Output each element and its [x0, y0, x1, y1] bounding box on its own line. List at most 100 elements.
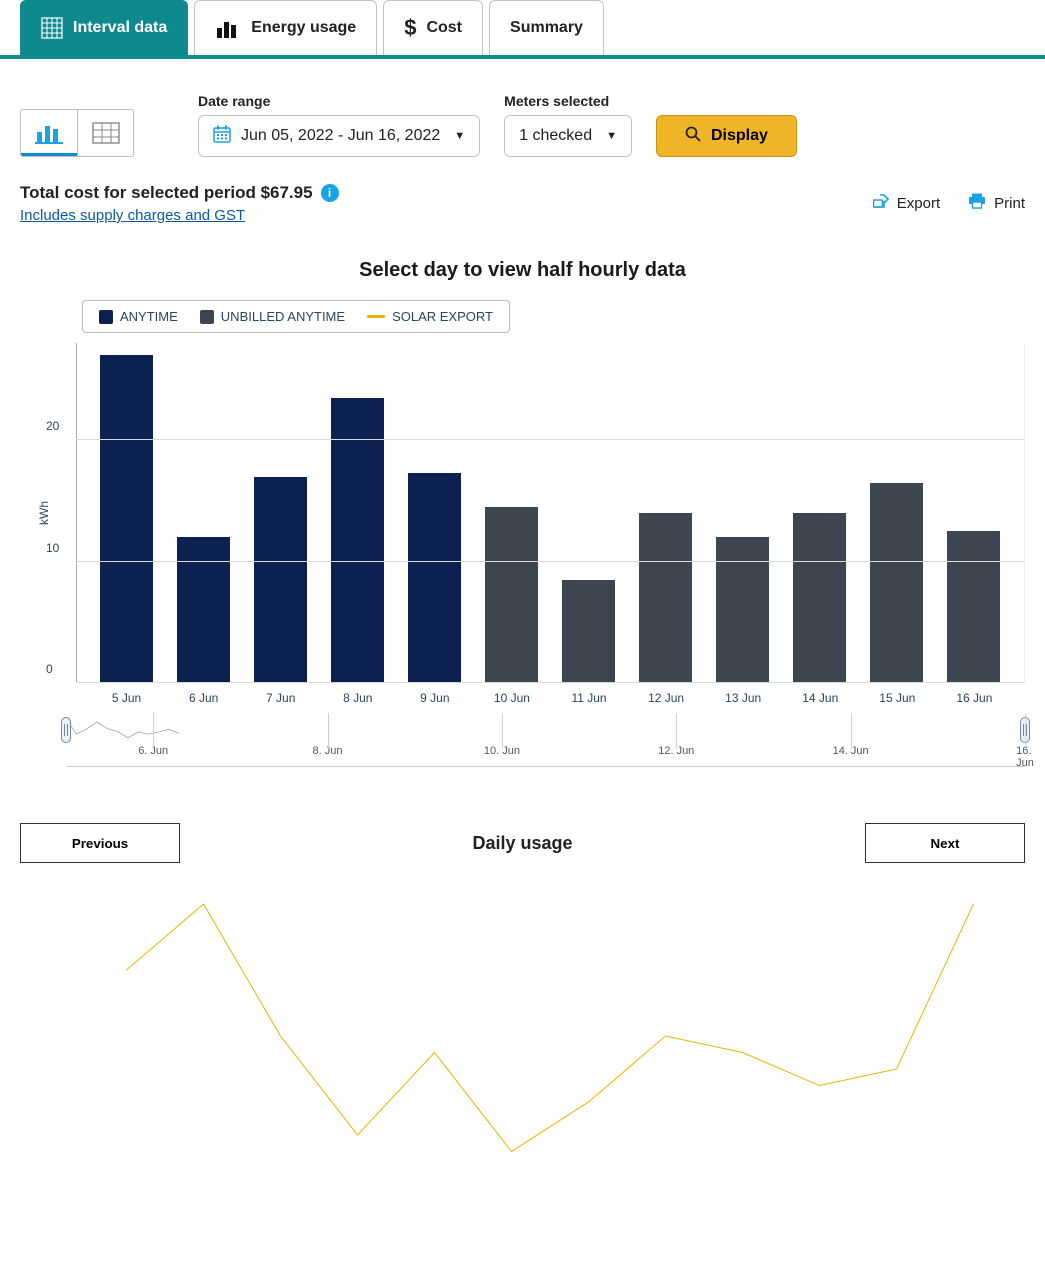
chart-title: Select day to view half hourly data	[0, 259, 1045, 282]
tab-interval-data[interactable]: Interval data	[20, 0, 188, 55]
legend-label: ANYTIME	[120, 309, 178, 324]
export-label: Export	[897, 195, 940, 212]
x-tick: 11 Jun	[550, 691, 627, 705]
bar[interactable]	[562, 580, 614, 683]
bar[interactable]	[485, 507, 537, 683]
bar-slot	[396, 343, 473, 683]
navigator-tick: 10. Jun	[484, 745, 520, 757]
bar[interactable]	[870, 483, 922, 683]
date-range-picker[interactable]: Jun 05, 2022 - Jun 16, 2022 ▼	[198, 115, 480, 157]
bar-slot	[242, 343, 319, 683]
navigator-tick: 16. Jun	[1016, 745, 1034, 769]
export-icon	[873, 194, 889, 212]
total-cost-label: Total cost for selected period $67.95	[20, 183, 313, 203]
bar-slot	[473, 343, 550, 683]
print-button[interactable]: Print	[968, 193, 1025, 213]
pager-row: Previous Daily usage Next	[0, 767, 1045, 863]
legend-swatch	[367, 315, 385, 318]
export-button[interactable]: Export	[873, 194, 940, 212]
bar-slot	[627, 343, 704, 683]
bars-container	[88, 343, 1012, 683]
dollar-icon: $	[404, 15, 416, 41]
gridline	[76, 439, 1024, 440]
legend-label: UNBILLED ANYTIME	[221, 309, 345, 324]
meters-value: 1 checked	[519, 127, 592, 145]
x-tick: 13 Jun	[705, 691, 782, 705]
bar-slot	[550, 343, 627, 683]
navigator-tick: 6. Jun	[138, 745, 168, 757]
tab-summary[interactable]: Summary	[489, 0, 604, 55]
bar[interactable]	[254, 477, 306, 683]
bar-slot	[935, 343, 1012, 683]
gridline	[76, 682, 1024, 683]
x-tick: 12 Jun	[628, 691, 705, 705]
bar-slot	[319, 343, 396, 683]
date-range-label: Date range	[198, 93, 480, 109]
bar[interactable]	[947, 531, 999, 683]
x-tick: 7 Jun	[242, 691, 319, 705]
table-icon	[92, 122, 120, 144]
controls-row: Date range Jun 05, 2022 - Jun 16, 2022 ▼…	[0, 59, 1045, 169]
bar-chart[interactable]: kWh 01020	[76, 343, 1025, 683]
view-table-button[interactable]	[77, 110, 133, 156]
navigator-tick: 8. Jun	[313, 745, 343, 757]
x-tick: 6 Jun	[165, 691, 242, 705]
previous-button[interactable]: Previous	[20, 823, 180, 863]
view-toggle	[20, 109, 134, 157]
info-icon[interactable]: i	[321, 184, 339, 202]
chart-area: kWh 01020 5 Jun6 Jun7 Jun8 Jun9 Jun10 Ju…	[20, 343, 1025, 705]
tab-energy-usage[interactable]: Energy usage	[194, 0, 377, 55]
navigator-line	[66, 715, 179, 749]
grid-icon	[41, 17, 63, 39]
search-icon	[685, 126, 701, 147]
y-tick: 0	[46, 662, 53, 676]
meters-label: Meters selected	[504, 93, 632, 109]
tab-cost[interactable]: $ Cost	[383, 0, 483, 55]
navigator-tick: 12. Jun	[658, 745, 694, 757]
legend-swatch	[99, 310, 113, 324]
navigator-handle-left[interactable]	[61, 717, 71, 743]
bar[interactable]	[793, 513, 845, 683]
meters-select[interactable]: 1 checked ▼	[504, 115, 632, 157]
bar-slot	[88, 343, 165, 683]
legend-solar[interactable]: SOLAR EXPORT	[367, 309, 493, 324]
x-tick: 16 Jun	[936, 691, 1013, 705]
tab-label: Cost	[426, 19, 462, 37]
legend-unbilled[interactable]: UNBILLED ANYTIME	[200, 309, 345, 324]
calendar-icon	[213, 125, 231, 148]
x-tick: 8 Jun	[319, 691, 396, 705]
bar[interactable]	[100, 355, 152, 683]
supply-charges-link[interactable]: Includes supply charges and GST	[20, 207, 245, 224]
legend-anytime[interactable]: ANYTIME	[99, 309, 178, 324]
bar[interactable]	[331, 398, 383, 683]
caret-down-icon: ▼	[606, 130, 617, 142]
bar-slot	[858, 343, 935, 683]
next-button[interactable]: Next	[865, 823, 1025, 863]
date-range-value: Jun 05, 2022 - Jun 16, 2022	[241, 127, 440, 145]
x-axis-labels: 5 Jun6 Jun7 Jun8 Jun9 Jun10 Jun11 Jun12 …	[76, 683, 1025, 705]
bar[interactable]	[716, 537, 768, 683]
chart-legend: ANYTIME UNBILLED ANYTIME SOLAR EXPORT	[82, 300, 510, 333]
main-tabs: Interval data Energy usage $ Cost Summar…	[0, 0, 1045, 59]
bars-icon	[215, 18, 241, 38]
pager-title: Daily usage	[472, 833, 572, 854]
display-button[interactable]: Display	[656, 115, 797, 157]
legend-label: SOLAR EXPORT	[392, 309, 493, 324]
gridline	[76, 561, 1024, 562]
y-tick: 20	[46, 419, 59, 433]
bar-slot	[165, 343, 242, 683]
x-tick: 10 Jun	[473, 691, 550, 705]
print-label: Print	[994, 195, 1025, 212]
y-tick: 10	[46, 541, 59, 555]
x-tick: 14 Jun	[782, 691, 859, 705]
tab-label: Interval data	[73, 19, 167, 37]
navigator-ticks: 6. Jun8. Jun10. Jun12. Jun14. Jun16. Jun	[66, 745, 1025, 768]
x-tick: 9 Jun	[396, 691, 473, 705]
view-chart-button[interactable]	[21, 110, 77, 156]
display-label: Display	[711, 127, 768, 145]
legend-swatch	[200, 310, 214, 324]
chart-navigator[interactable]: 6. Jun8. Jun10. Jun12. Jun14. Jun16. Jun	[66, 715, 1025, 767]
bar[interactable]	[177, 537, 229, 683]
bar[interactable]	[639, 513, 691, 683]
bar[interactable]	[408, 473, 460, 683]
